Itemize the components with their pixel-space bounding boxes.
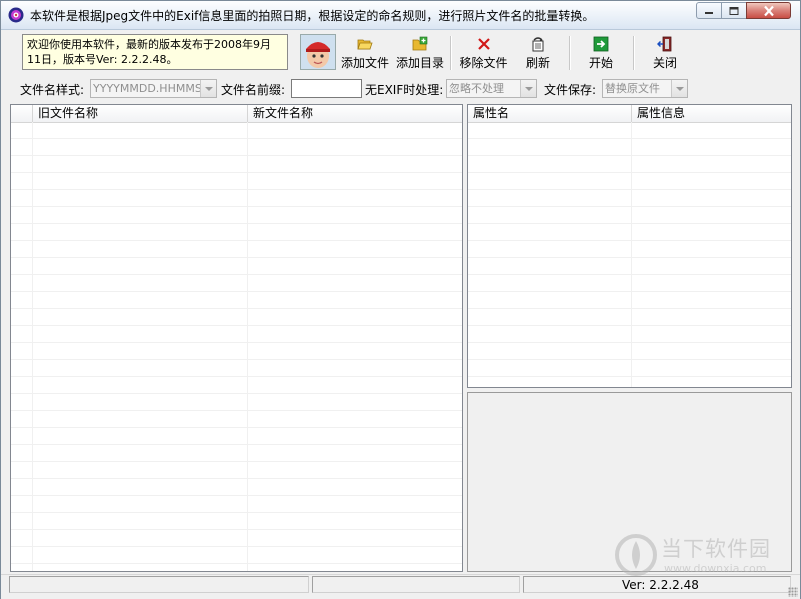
chevron-down-icon[interactable] (671, 80, 687, 97)
app-window: 本软件是根据Jpeg文件中的Exif信息里面的拍照日期，根据设定的命名规则，进行… (0, 0, 801, 599)
exit-label: 关闭 (652, 56, 677, 70)
format-value: YYYYMMDD.HHMMSS (93, 82, 209, 95)
add-folder-button[interactable]: 添加目录 (394, 35, 446, 71)
toolbar-separator (450, 36, 452, 70)
info-line-2: 11日，版本号Ver: 2.2.2.48。 (27, 53, 178, 66)
toolbar: 欢迎你使用本软件，最新的版本发布于2008年9月 11日，版本号Ver: 2.2… (13, 33, 781, 73)
avatar-photo (300, 34, 336, 70)
close-window-button[interactable] (746, 2, 791, 19)
exit-button[interactable]: 关闭 (645, 35, 685, 71)
chevron-down-icon[interactable] (520, 80, 536, 97)
file-list[interactable]: 旧文件名称 新文件名称 (10, 104, 463, 572)
toolbar-separator (569, 36, 571, 70)
column-header-new-name[interactable]: 新文件名称 (248, 105, 462, 122)
grid-line (631, 122, 632, 387)
chevron-down-icon[interactable] (200, 80, 216, 97)
refresh-button[interactable]: 刷新 (518, 35, 558, 71)
minimize-button[interactable] (696, 2, 722, 19)
minimize-icon (705, 11, 713, 14)
app-logo-icon (8, 7, 24, 23)
file-list-body[interactable] (11, 122, 462, 571)
property-list-body[interactable] (468, 122, 791, 387)
column-header-property-info[interactable]: 属性信息 (632, 105, 791, 122)
window-title: 本软件是根据Jpeg文件中的Exif信息里面的拍照日期，根据设定的命名规则，进行… (30, 9, 595, 23)
exit-door-icon (657, 36, 672, 52)
resize-grip[interactable] (788, 587, 798, 597)
column-header-blank[interactable] (11, 105, 33, 122)
save-mode-value: 替换原文件 (605, 82, 660, 95)
prefix-label: 文件名前缀: (221, 83, 286, 97)
column-header-old-name[interactable]: 旧文件名称 (33, 105, 248, 122)
watermark-text: 当下软件园 (661, 537, 771, 561)
format-label: 文件名样式: (20, 83, 85, 97)
save-label: 文件保存: (544, 83, 597, 97)
close-icon (763, 5, 774, 16)
maximize-icon (729, 6, 739, 15)
remove-file-button[interactable]: 移除文件 (456, 35, 511, 71)
watermark-url: www.downxia.com (664, 562, 767, 575)
options-row: 文件名样式: YYYYMMDD.HHMMSS 文件名前缀: 无EXIF时处理: … (1, 77, 800, 99)
watermark: 当下软件园 www.downxia.com (614, 531, 789, 581)
green-arrow-icon (593, 36, 609, 52)
add-file-button[interactable]: 添加文件 (339, 35, 391, 71)
remove-file-label: 移除文件 (459, 56, 508, 70)
open-folder-icon (357, 39, 373, 50)
start-label: 开始 (588, 56, 613, 70)
version-info-box: 欢迎你使用本软件，最新的版本发布于2008年9月 11日，版本号Ver: 2.2… (22, 34, 288, 70)
no-exif-label: 无EXIF时处理: (365, 83, 444, 97)
no-exif-select[interactable]: 忽略不处理 (446, 79, 537, 98)
save-mode-select[interactable]: 替换原文件 (602, 79, 688, 98)
file-list-header: 旧文件名称 新文件名称 (11, 105, 462, 123)
add-folder-label: 添加目录 (395, 56, 444, 70)
red-x-icon (477, 38, 490, 50)
refresh-icon (532, 37, 544, 52)
status-cell-2 (312, 576, 520, 593)
refresh-label: 刷新 (525, 56, 550, 70)
add-folder-icon (412, 36, 428, 51)
property-list[interactable]: 属性名 属性信息 (467, 104, 792, 388)
grid-line (32, 122, 33, 571)
property-list-header: 属性名 属性信息 (468, 105, 791, 123)
info-line-1: 欢迎你使用本软件，最新的版本发布于2008年9月 (27, 38, 271, 51)
add-file-label: 添加文件 (340, 56, 389, 70)
baby-photo-icon (301, 35, 335, 69)
toolbar-separator (633, 36, 635, 70)
maximize-button[interactable] (721, 2, 747, 19)
grid-line (247, 122, 248, 571)
filename-prefix-input[interactable] (291, 79, 362, 98)
column-header-property-name[interactable]: 属性名 (468, 105, 632, 122)
no-exif-value: 忽略不处理 (449, 82, 504, 95)
filename-format-select[interactable]: YYYYMMDD.HHMMSS (90, 79, 217, 98)
start-button[interactable]: 开始 (581, 35, 621, 71)
title-bar[interactable]: 本软件是根据Jpeg文件中的Exif信息里面的拍照日期，根据设定的命名规则，进行… (1, 1, 800, 30)
watermark-logo-icon (615, 534, 657, 576)
status-cell-1 (9, 576, 309, 593)
